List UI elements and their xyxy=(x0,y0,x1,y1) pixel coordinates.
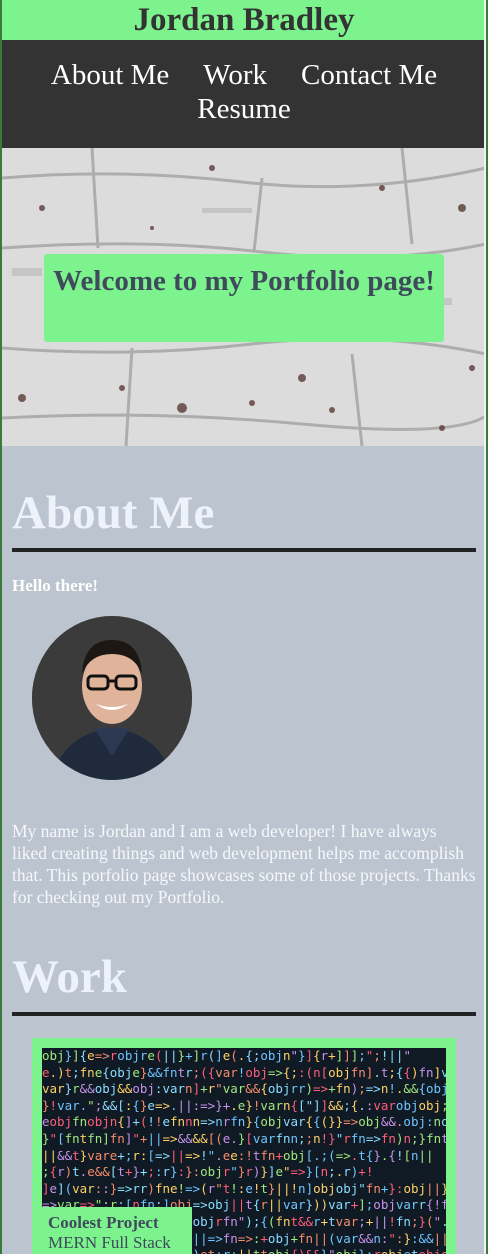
about-bio: My name is Jordan and I am a web develop… xyxy=(12,821,476,907)
page: Jordan Bradley About Me Work Contact Me Res… xyxy=(2,0,486,1254)
work-title: Work xyxy=(12,951,127,1003)
code-texture-line: }!var.";&&[:{}e=>.||:=>}+.e}!varn{["]]&&… xyxy=(42,1097,446,1113)
site-title: Jordan Bradley xyxy=(133,2,355,38)
code-texture-line: var}r&&obj&&obj:varn]+r"var&&{objrr)=>+f… xyxy=(42,1081,446,1097)
work-divider xyxy=(12,1012,476,1016)
nav-work-link[interactable]: Work xyxy=(203,58,267,92)
nav-about-link[interactable]: About Me xyxy=(51,58,169,92)
nav-resume-link[interactable]: Resume xyxy=(197,92,290,126)
about-divider xyxy=(12,548,476,552)
project-card[interactable]: obj}]{e=>robjre(||}+]r(]e(.{;objn"}]{r+]… xyxy=(32,1038,456,1254)
code-texture-line: obj}]{e=>robjre(||}+]r(]e(.{;objn"}]{r+]… xyxy=(42,1048,411,1063)
page-edge xyxy=(484,0,486,1254)
project-label: Coolest Project MERN Full Stack xyxy=(42,1207,192,1254)
code-texture-line: eobjfnobjn{]+(!!efnnn=>nrfn}{objvar{{(}}… xyxy=(42,1114,446,1130)
profile-photo xyxy=(32,616,192,780)
code-texture-line: }"[fntfn]fn]"+||=>&&&&[(e.}[varfnn;;n!}"… xyxy=(42,1130,446,1146)
avatar xyxy=(32,616,192,780)
code-texture-line: ;{r)t.e&&[t+}+;:r}:}:objr"}r)}]e"=>}[n;.… xyxy=(42,1164,374,1180)
code-texture-line: ||&&t}vare+;r:[=>||=>!".ee:!tfn+obj[.;(=… xyxy=(42,1147,434,1163)
main-nav: About Me Work Contact Me Resume xyxy=(2,40,486,148)
about-section: About Me Hello there! My name is Jordan … xyxy=(2,446,486,1254)
about-greeting: Hello there! xyxy=(12,576,99,595)
project-title: Coolest Project xyxy=(48,1213,159,1232)
site-header: Jordan Bradley xyxy=(2,0,486,40)
welcome-box: Welcome to my Portfolio page! xyxy=(44,254,444,342)
project-subtitle: MERN Full Stack xyxy=(48,1233,171,1252)
about-title: About Me xyxy=(12,487,215,539)
nav-contact-link[interactable]: Contact Me xyxy=(301,58,437,92)
code-texture-line: ]e](var::}=>rr)fne!=>(r"t!:e!t}||!n]objo… xyxy=(42,1180,446,1196)
code-texture-line: e.)t;fne{obje}&&fntr;({var!obj=>{;:(n[ob… xyxy=(42,1064,446,1080)
hero-banner: Welcome to my Portfolio page! xyxy=(2,148,486,446)
welcome-heading: Welcome to my Portfolio page! xyxy=(53,265,435,297)
